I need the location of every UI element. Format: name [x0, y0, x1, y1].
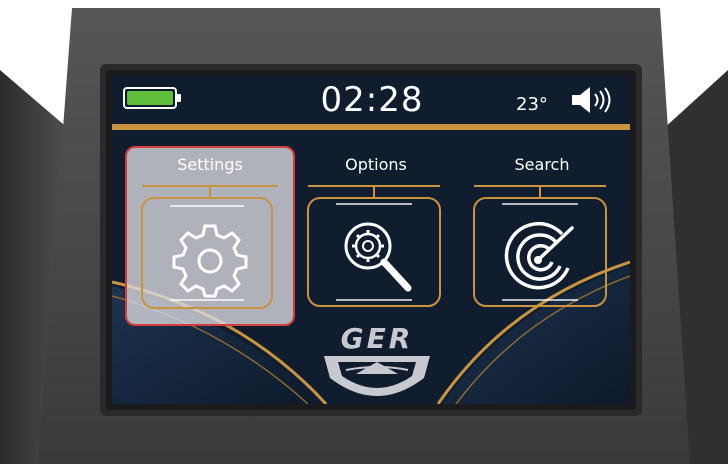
ger-logo: GER — [316, 318, 438, 404]
logo-text: GER — [340, 322, 414, 355]
radar-icon — [504, 221, 574, 290]
temperature-readout: 23° — [516, 94, 548, 115]
status-divider — [112, 124, 630, 130]
menu-item-options[interactable]: Options — [290, 146, 462, 326]
menu-item-search[interactable]: Search — [456, 146, 628, 326]
device: 02:28 23° Settings Options Search GER — [0, 0, 728, 464]
menu-item-label: Search — [514, 155, 570, 174]
menu-item-settings[interactable]: Settings — [112, 146, 295, 326]
magnifier-gear-icon — [344, 222, 412, 292]
display-screen: 02:28 23° Settings Options Search GER — [112, 76, 630, 404]
clock: 02:28 — [320, 80, 424, 120]
gear-icon — [172, 224, 248, 298]
battery-icon — [123, 87, 181, 109]
menu-item-label: Options — [345, 155, 407, 174]
speaker-volume-icon[interactable] — [570, 86, 618, 114]
menu-item-label: Settings — [177, 155, 243, 174]
